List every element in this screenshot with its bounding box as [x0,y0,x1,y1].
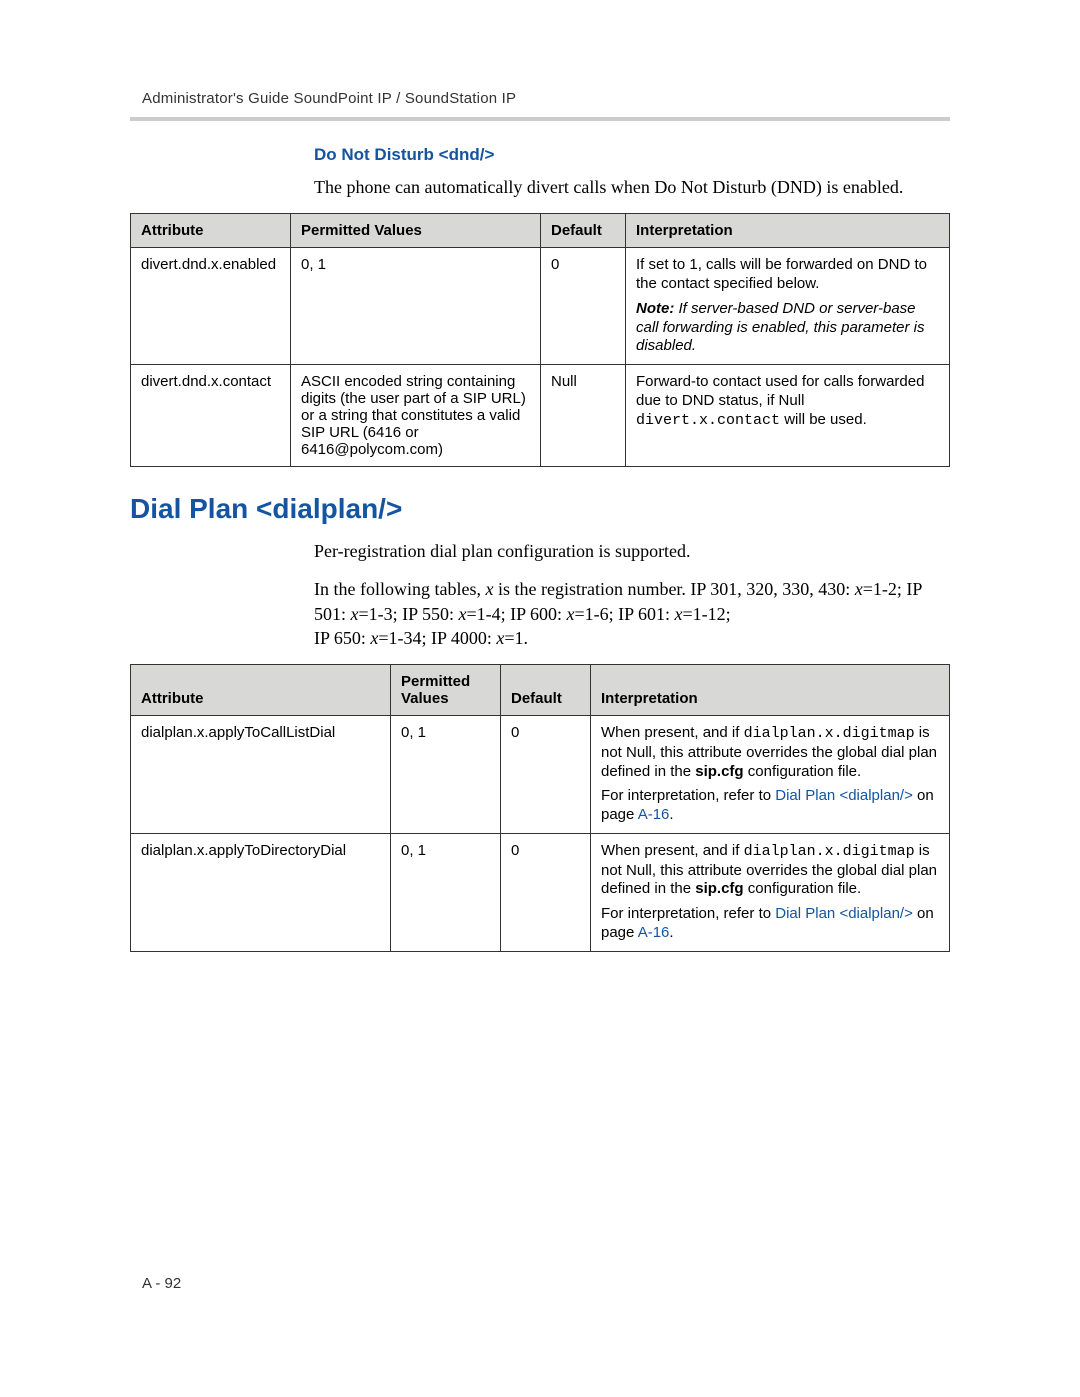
interp-text: If set to 1, calls will be forwarded on … [636,256,939,294]
col-permitted-values: Permitted Values [391,665,501,716]
p1-pre: When present, and if [601,724,744,741]
seg: =1-12; [682,604,730,624]
cell-attr: divert.dnd.x.contact [131,365,291,467]
col-interpretation: Interpretation [591,665,950,716]
seg: =1-6; IP 601: [574,604,674,624]
col-attribute: Attribute [131,665,391,716]
p2-pre: For interpretation, refer to [601,787,775,804]
p1-code: dialplan.x.digitmap [744,725,915,742]
dialplan-note: In the following tables, x is the regist… [314,577,950,650]
running-head: Administrator's Guide SoundPoint IP / So… [142,90,950,107]
dialplan-heading: Dial Plan <dialplan/> [130,493,950,525]
p2-pre: For interpretation, refer to [601,905,775,922]
interp-text: Forward-to contact used for calls forwar… [636,373,939,430]
p1-pre: When present, and if [601,842,744,859]
note-mid: is the registration number. IP 301, 320,… [493,579,854,599]
header-rule [130,117,950,121]
cell-def: 0 [501,833,591,951]
cell-attr: dialplan.x.applyToDirectoryDial [131,833,391,951]
page-ref-link[interactable]: A-16 [638,924,670,941]
line2-pre: IP 650: [314,628,370,648]
col-default: Default [541,214,626,248]
dnd-heading: Do Not Disturb <dnd/> [314,145,950,165]
note-label: Note: [636,300,674,317]
var-x: x [459,604,467,624]
cell-attr: dialplan.x.applyToCallListDial [131,716,391,834]
p1-bold: sip.cfg [695,763,743,780]
p1-bold: sip.cfg [695,880,743,897]
cell-vals: ASCII encoded string containing digits (… [291,365,541,467]
interp-text: When present, and if dialplan.x.digitmap… [601,724,939,781]
p1-post: configuration file. [744,763,862,780]
cell-vals: 0, 1 [391,833,501,951]
dialplan-xref-link[interactable]: Dial Plan <dialplan/> [775,905,913,922]
col-default: Default [501,665,591,716]
dialplan-table: Attribute Permitted Values Default Inter… [130,664,950,952]
table-row: divert.dnd.x.enabled 0, 1 0 If set to 1,… [131,248,950,365]
p1-code: dialplan.x.digitmap [744,843,915,860]
seg: =1-34; IP 4000: [378,628,496,648]
cell-vals: 0, 1 [391,716,501,834]
interp-ref: For interpretation, refer to Dial Plan <… [601,905,939,943]
page-number: A - 92 [142,1275,181,1292]
table-row: dialplan.x.applyToCallListDial 0, 1 0 Wh… [131,716,950,834]
note-body: If server-based DND or server-base call … [636,300,924,355]
cell-def: 0 [501,716,591,834]
table-row: divert.dnd.x.contact ASCII encoded strin… [131,365,950,467]
table-row: dialplan.x.applyToDirectoryDial 0, 1 0 W… [131,833,950,951]
interp-ref: For interpretation, refer to Dial Plan <… [601,787,939,825]
col-attribute: Attribute [131,214,291,248]
cell-interp: When present, and if dialplan.x.digitmap… [591,833,950,951]
var-x: x [855,579,863,599]
p1-post: configuration file. [744,880,862,897]
cell-interp: When present, and if dialplan.x.digitmap… [591,716,950,834]
cell-interp: Forward-to contact used for calls forwar… [626,365,950,467]
page-ref-link[interactable]: A-16 [638,806,670,823]
cell-attr: divert.dnd.x.enabled [131,248,291,365]
var-x: x [351,604,359,624]
cell-def: Null [541,365,626,467]
p2-post: . [669,924,673,941]
table-header-row: Attribute Permitted Values Default Inter… [131,214,950,248]
cell-def: 0 [541,248,626,365]
dialplan-xref-link[interactable]: Dial Plan <dialplan/> [775,787,913,804]
seg: =1-3; IP 550: [359,604,459,624]
col-interpretation: Interpretation [626,214,950,248]
cell-vals: 0, 1 [291,248,541,365]
interp-code: divert.x.contact [636,412,780,429]
interp-pre: Forward-to contact used for calls forwar… [636,373,924,409]
table-header-row: Attribute Permitted Values Default Inter… [131,665,950,716]
dialplan-intro: Per-registration dial plan configuration… [314,539,950,563]
cell-interp: If set to 1, calls will be forwarded on … [626,248,950,365]
interp-post: will be used. [780,411,867,428]
dnd-intro: The phone can automatically divert calls… [314,175,950,199]
seg: =1-4; IP 600: [467,604,567,624]
interp-text: When present, and if dialplan.x.digitmap… [601,842,939,899]
dnd-table: Attribute Permitted Values Default Inter… [130,213,950,467]
p2-post: . [669,806,673,823]
col-permitted-values: Permitted Values [291,214,541,248]
interp-note: Note: If server-based DND or server-base… [636,300,939,356]
note-pre: In the following tables, [314,579,485,599]
seg: =1. [504,628,528,648]
